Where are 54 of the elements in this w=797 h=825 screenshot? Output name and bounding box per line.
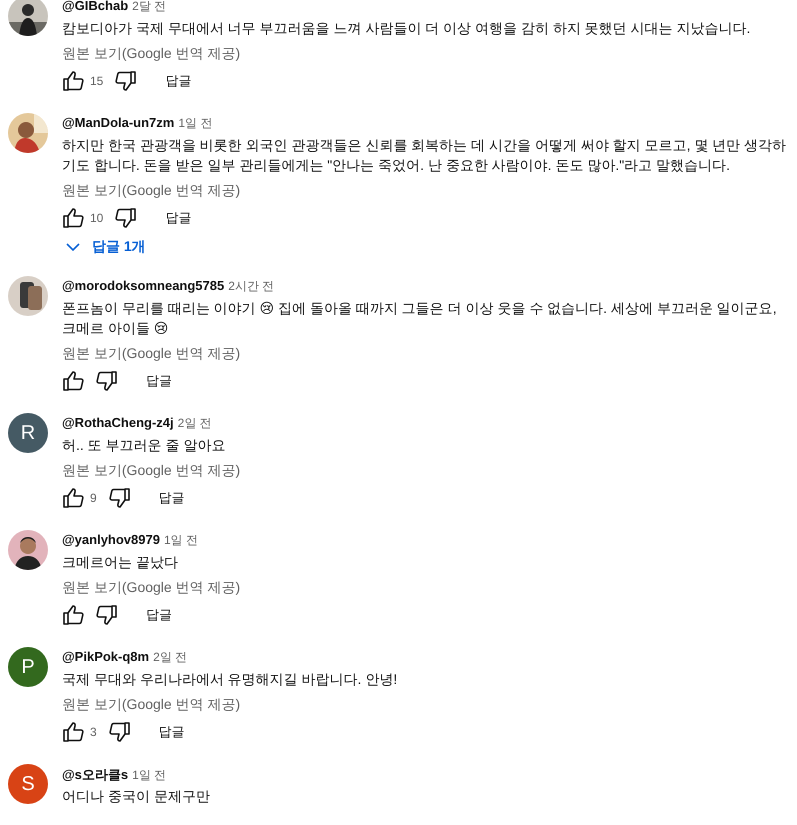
like-count: 9 — [90, 491, 97, 505]
thumbs-up-icon — [62, 720, 86, 744]
author-name[interactable]: @morodoksomneang5785 — [62, 278, 224, 293]
avatar: S — [8, 764, 48, 804]
comment-text: 폰프놈이 무리를 때리는 이야기 😢 집에 돌아올 때까지 그들은 더 이상 웃을 수 없습니다. 세상에 부끄러운 일이군요, 크메르 아이들 😢 — [62, 300, 777, 336]
author-name[interactable]: @RothaCheng-z4j — [62, 415, 174, 430]
see-original-link[interactable]: 원본 보기(Google 번역 제공) — [62, 180, 240, 200]
thumbs-down-icon — [94, 369, 118, 393]
see-original-link[interactable]: 원본 보기(Google 번역 제공) — [62, 460, 240, 480]
comment-time[interactable]: 2달 전 — [132, 0, 166, 15]
replies-toggle[interactable]: 답글 1개 — [62, 234, 150, 260]
author-name[interactable]: @ManDola-un7zm — [62, 115, 174, 130]
like-count: 15 — [90, 74, 104, 88]
like-count: 3 — [90, 725, 97, 739]
see-original-link[interactable]: 원본 보기(Google 번역 제공) — [62, 343, 240, 363]
comment-text: 허.. 또 부끄러운 줄 알아요 — [62, 437, 226, 453]
see-original-link[interactable]: 원본 보기(Google 번역 제공) — [62, 577, 240, 597]
author-name[interactable]: @s오라클s — [62, 766, 128, 784]
reply-button[interactable]: 답글 — [153, 203, 204, 233]
comment-time[interactable]: 2일 전 — [178, 415, 212, 432]
thumbs-down-icon — [113, 69, 138, 93]
avatar: P — [8, 647, 48, 687]
thumbs-up-icon — [62, 69, 86, 93]
reply-button[interactable]: 답글 — [146, 717, 197, 747]
thumbs-up-icon — [62, 206, 86, 230]
comment-time[interactable]: 1일 전 — [178, 115, 212, 132]
author-name[interactable]: @GIBchab — [62, 0, 128, 13]
comment-text: 캄보디아가 국제 무대에서 너무 부끄러움을 느껴 사람들이 더 이상 여행을 감히 하지 못했던 시대는 지났습니다. — [62, 20, 750, 36]
avatar: R — [8, 413, 48, 453]
comment-text: 어디나 중국이 문제구만 — [62, 788, 210, 804]
reply-button[interactable]: 답글 — [153, 66, 204, 96]
author-name[interactable]: @yanlyhov8979 — [62, 532, 160, 547]
comment-time[interactable]: 1일 전 — [164, 532, 198, 549]
thumbs-up-icon — [62, 369, 86, 393]
comment-time[interactable]: 2시간 전 — [228, 278, 274, 295]
author-name[interactable]: @PikPok-q8m — [62, 649, 150, 664]
chevron-down-icon — [66, 242, 80, 252]
comment-time[interactable]: 1일 전 — [132, 767, 166, 784]
thumbs-down-icon — [106, 486, 131, 510]
thumbs-up-icon — [62, 603, 86, 627]
reply-button[interactable]: 답글 — [134, 600, 184, 630]
comment-text: 크메르어는 끝났다 — [62, 554, 178, 570]
thumbs-down-icon — [113, 206, 138, 230]
thumbs-down-icon — [94, 603, 118, 627]
thumbs-down-icon — [106, 720, 131, 744]
thumbs-up-icon — [62, 486, 86, 510]
comment-text: 하지만 한국 관광객을 비롯한 외국인 관광객들은 신뢰를 회복하는 데 시간을 어떻게 써야 할지 모르고, 몇 년만 생각하기도 합니다. 돈을 받은 일부 관리들에게는 "안나는 죽었어. 난 중요한 사람이야. 돈도 많아."라고 말했습니다. — [62, 137, 786, 173]
like-count: 10 — [90, 211, 104, 225]
comment-time[interactable]: 2일 전 — [153, 649, 188, 666]
see-original-link[interactable]: 원본 보기(Google 번역 제공) — [62, 43, 240, 63]
comment-text: 국제 무대와 우리나라에서 유명해지길 바랍니다. 안녕! — [62, 671, 398, 687]
reply-button[interactable]: 답글 — [146, 483, 197, 513]
reply-button[interactable]: 답글 — [134, 366, 184, 396]
see-original-link[interactable]: 원본 보기(Google 번역 제공) — [62, 694, 240, 714]
